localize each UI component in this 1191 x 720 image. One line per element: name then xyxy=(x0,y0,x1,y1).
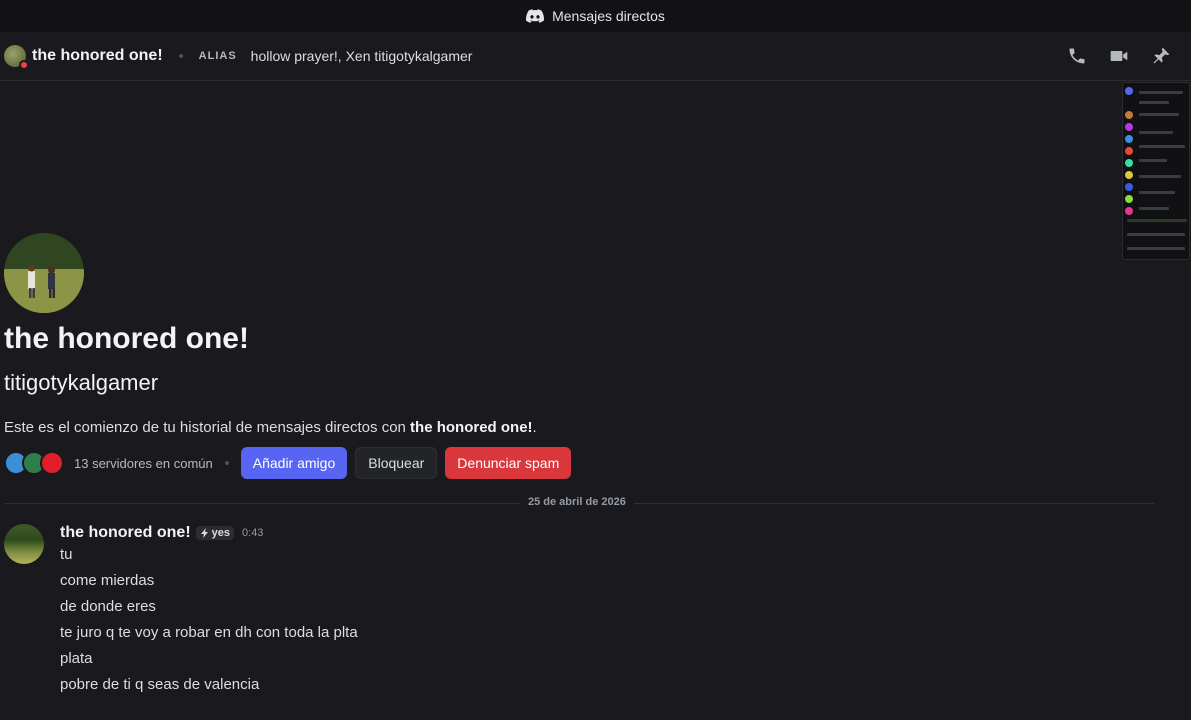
message-header: the honored one! yes 0:43 xyxy=(60,524,263,542)
pin-icon[interactable] xyxy=(1151,46,1171,66)
dnd-status-icon xyxy=(19,60,29,70)
discord-logo-icon xyxy=(526,9,545,23)
server-tag[interactable]: yes xyxy=(195,526,235,540)
message-line: tu xyxy=(60,546,73,563)
server-icon xyxy=(1125,183,1133,191)
message-line: de donde eres xyxy=(60,598,156,615)
message-avatar[interactable] xyxy=(4,524,44,564)
block-button[interactable]: Bloquear xyxy=(355,447,438,479)
alias-label: ALIAS xyxy=(198,50,237,62)
preview-row xyxy=(1139,159,1167,162)
add-friend-button[interactable]: Añadir amigo xyxy=(240,447,348,479)
server-icon xyxy=(1125,171,1133,179)
preview-row xyxy=(1139,191,1175,194)
profile-display-name: the honored one! xyxy=(4,322,249,355)
date-divider-label: 25 de abril de 2026 xyxy=(520,496,634,508)
message-line: pobre de ti q seas de valencia xyxy=(60,676,260,693)
avatar-image xyxy=(4,233,84,313)
header-avatar[interactable] xyxy=(4,45,29,70)
preview-row xyxy=(1139,145,1185,148)
server-icon xyxy=(1125,195,1133,203)
preview-row xyxy=(1139,91,1183,94)
video-call-icon[interactable] xyxy=(1109,46,1129,66)
header-actions xyxy=(1067,46,1171,66)
report-spam-button[interactable]: Denunciar spam xyxy=(445,447,572,479)
preview-row xyxy=(1139,101,1169,104)
server-icon xyxy=(1125,159,1133,167)
server-icon xyxy=(1125,147,1133,155)
server-icon xyxy=(1125,123,1133,131)
message-line: come mierdas xyxy=(60,572,155,589)
dm-intro-text: Este es el comienzo de tu historial de m… xyxy=(4,419,537,436)
mutual-servers-count[interactable]: 13 servidores en común xyxy=(74,456,213,471)
preview-row xyxy=(1127,247,1185,250)
intro-prefix: Este es el comienzo de tu historial de m… xyxy=(4,419,406,436)
message-timestamp: 0:43 xyxy=(242,527,264,539)
server-icon[interactable] xyxy=(40,451,64,475)
window-title: Mensajes directos xyxy=(552,8,665,24)
profile-avatar[interactable] xyxy=(4,233,84,313)
server-icon xyxy=(1125,111,1133,119)
separator-dot xyxy=(178,54,183,58)
server-tag-label: yes xyxy=(211,527,231,539)
intro-name: the honored one! xyxy=(410,419,533,436)
server-icon xyxy=(1125,87,1133,95)
preview-row xyxy=(1127,219,1187,222)
preview-row xyxy=(1127,233,1185,236)
alias-value: hollow prayer!, Xen titigotykalgamer xyxy=(250,48,473,64)
screen-share-preview[interactable] xyxy=(1122,82,1190,260)
phone-call-icon[interactable] xyxy=(1067,46,1087,66)
message-author[interactable]: the honored one! xyxy=(60,524,191,542)
preview-row xyxy=(1139,175,1181,178)
bolt-icon xyxy=(200,528,208,538)
profile-username: titigotykalgamer xyxy=(4,370,159,395)
message-line: plata xyxy=(60,650,93,667)
header-username[interactable]: the honored one! xyxy=(32,47,163,65)
preview-row xyxy=(1139,113,1179,116)
mutual-servers-row: 13 servidores en común Añadir amigo Bloq… xyxy=(4,447,579,479)
server-icon xyxy=(1125,135,1133,143)
separator-dot xyxy=(224,461,229,465)
preview-row xyxy=(1139,207,1169,210)
preview-row xyxy=(1139,131,1173,134)
window-titlebar: Mensajes directos xyxy=(0,0,1191,32)
intro-suffix: . xyxy=(532,419,537,436)
dm-header: the honored one! ALIAS hollow prayer!, X… xyxy=(0,32,1191,81)
message-line: te juro q te voy a robar en dh con toda … xyxy=(60,624,358,641)
server-icon xyxy=(1125,207,1133,215)
